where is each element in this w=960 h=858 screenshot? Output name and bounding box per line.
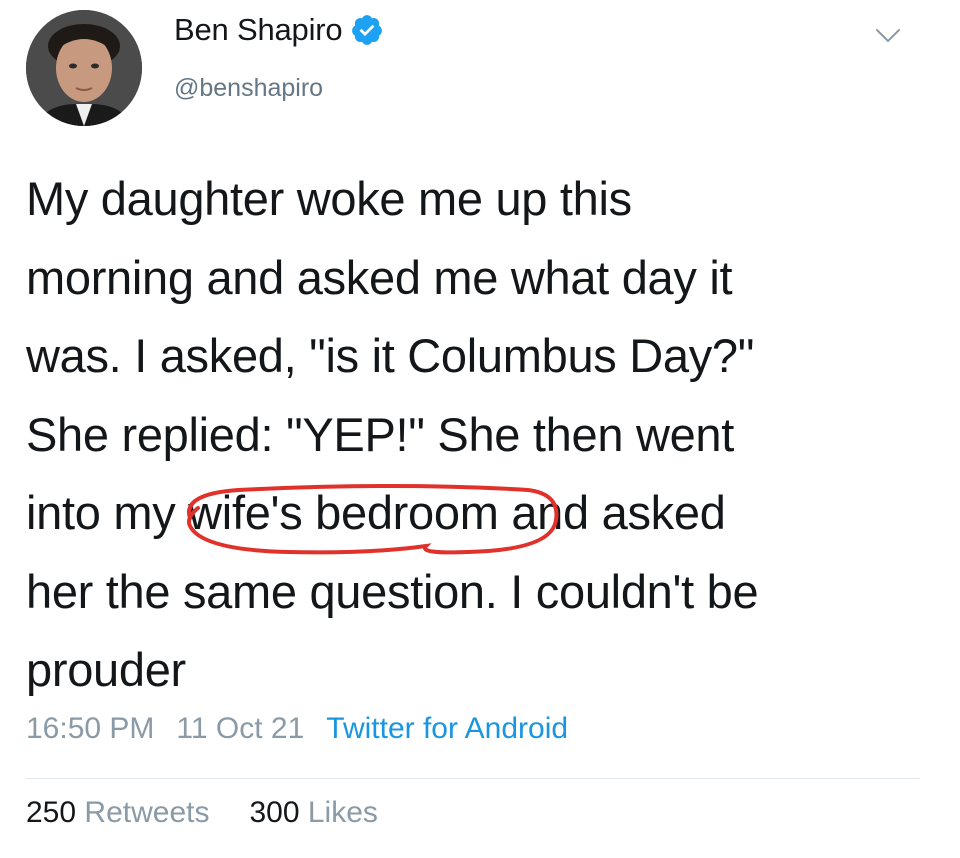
tweet-line-segment: and asked — [498, 486, 726, 539]
circled-text: wife's bedroom — [188, 486, 499, 539]
tweet-text: My daughter woke me up this morning and … — [26, 160, 936, 710]
tweet-line-segment: into my — [26, 486, 189, 539]
tweet-line: into my wife's bedroom and asked — [26, 474, 936, 555]
avatar[interactable] — [26, 10, 142, 126]
tweet-date[interactable]: 11 Oct 21 — [176, 712, 304, 746]
tweet-line: was. I asked, "is it Columbus Day?" — [26, 329, 755, 382]
avatar-image — [26, 10, 142, 126]
author-display-name[interactable]: Ben Shapiro — [174, 12, 343, 48]
verified-badge-icon — [352, 15, 383, 45]
chevron-down-icon[interactable] — [874, 26, 902, 46]
divider — [26, 778, 920, 779]
author-name-row[interactable]: Ben Shapiro — [174, 12, 384, 48]
circled-phrase: wife's bedroom — [187, 474, 559, 555]
tweet-line: She replied: "YEP!" She then went — [26, 407, 735, 461]
retweets-stat[interactable]: 250 Retweets — [26, 796, 209, 830]
retweets-label: Retweets — [84, 796, 210, 829]
tweet-time[interactable]: 16:50 PM — [26, 712, 154, 746]
likes-stat[interactable]: 300 Likes — [249, 796, 377, 830]
likes-label: Likes — [307, 796, 378, 829]
tweet-line: My daughter woke me up this — [26, 172, 632, 225]
tweet-source-link[interactable]: Twitter for Android — [326, 712, 568, 746]
tweet-line: prouder — [26, 643, 186, 696]
tweet-line: her the same question. I couldn't be — [26, 564, 759, 618]
likes-count: 300 — [249, 796, 300, 829]
tweet-line: morning and asked me what day it — [26, 250, 733, 304]
author-handle[interactable]: @benshapiro — [174, 74, 323, 103]
tweet-stats: 250 Retweets 300 Likes — [26, 796, 378, 830]
retweets-count: 250 — [26, 796, 77, 829]
tweet-meta: 16:50 PM 11 Oct 21 Twitter for Android — [26, 712, 568, 746]
